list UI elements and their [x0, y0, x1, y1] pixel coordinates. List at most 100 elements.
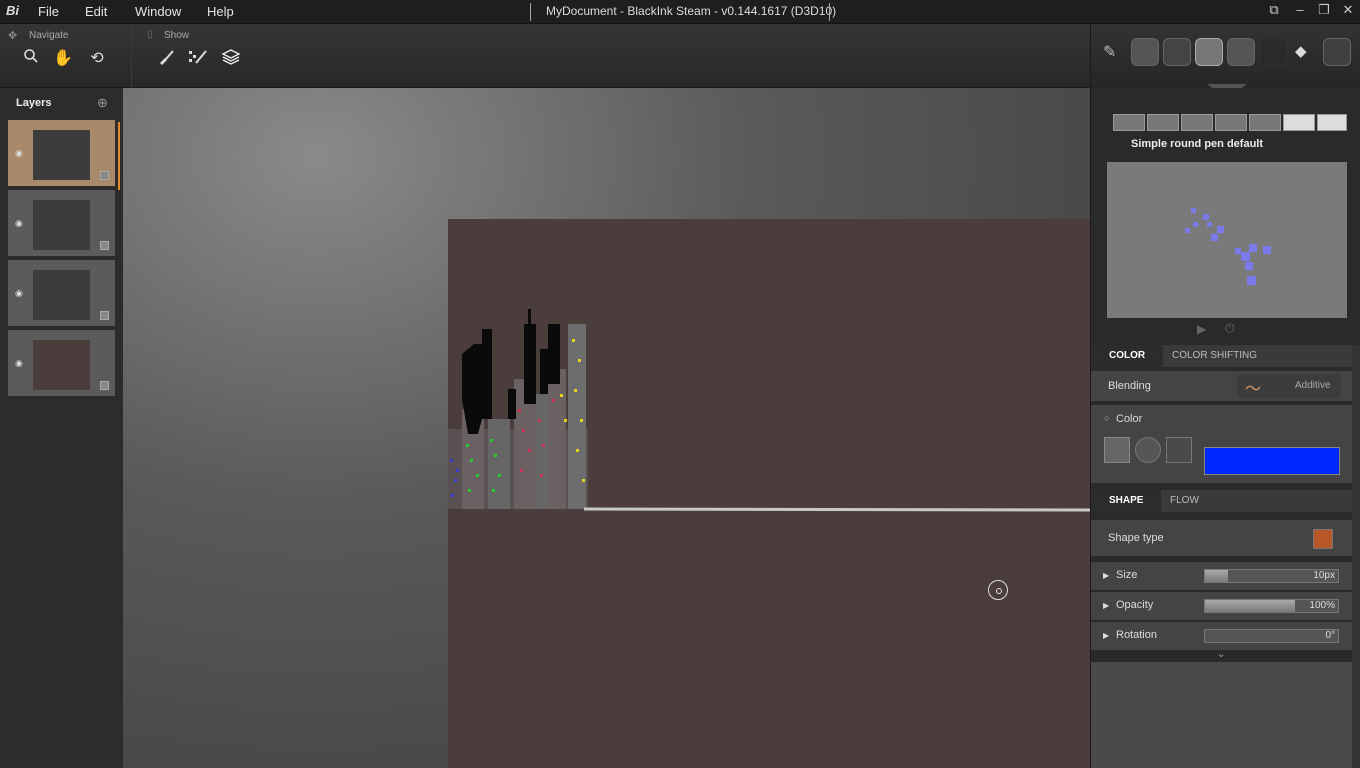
size-value: 10px [1313, 570, 1335, 581]
tab-color[interactable]: COLOR [1091, 345, 1164, 367]
title-separator-right [829, 3, 830, 21]
pencil-brush-icon[interactable]: ✎ [1103, 42, 1123, 62]
blending-selector[interactable]: 〜 Additive [1237, 374, 1341, 398]
show-group-label: Show [164, 30, 190, 41]
navigate-group-icon: ✥ [8, 30, 18, 42]
layer-item[interactable]: ◉ [8, 260, 115, 328]
shape-type-swatch[interactable] [1313, 529, 1333, 549]
brush-thumb-7[interactable] [1323, 38, 1351, 66]
preset-thumb[interactable] [1283, 114, 1315, 131]
play-icon[interactable]: ▶ [1197, 322, 1206, 336]
brush-cursor [988, 580, 1008, 600]
color-swatch[interactable] [1204, 447, 1340, 475]
pan-hand-icon[interactable]: ✋ [52, 48, 74, 70]
color-wheel-picker-icon[interactable] [1135, 437, 1161, 463]
layer-item[interactable]: ◉ [8, 190, 115, 258]
layer-thumbnail [33, 340, 90, 390]
app-logo: Bi [6, 3, 19, 18]
size-slider[interactable]: 10px [1204, 569, 1339, 583]
layer-lock-icon[interactable] [100, 241, 109, 250]
layers-title: Layers [16, 97, 52, 109]
tab-color-shifting[interactable]: COLOR SHIFTING [1154, 345, 1275, 367]
layer-item[interactable]: ◉ [8, 330, 115, 398]
menu-window[interactable]: Window [135, 4, 181, 19]
add-layer-icon[interactable]: ⊕ [97, 95, 108, 111]
color-radio-icon[interactable]: ○ [1104, 413, 1109, 423]
layer-lock-icon[interactable] [100, 171, 109, 180]
brush-palette-strip: ✎ ◆ [1090, 24, 1360, 90]
shape-type-row: Shape type [1091, 520, 1353, 556]
layers-toggle-icon[interactable] [220, 48, 242, 70]
collapse-more-icon[interactable]: ⌄ [1217, 649, 1225, 660]
preset-thumb[interactable] [1147, 114, 1179, 131]
size-label: Size [1116, 569, 1138, 581]
restore-layout-button[interactable]: ⧉ [1264, 2, 1284, 20]
visibility-eye-icon[interactable]: ◉ [15, 288, 23, 299]
layer-thumbnail [33, 270, 90, 320]
tab-shape[interactable]: SHAPE [1091, 490, 1162, 512]
rotation-label: Rotation [1116, 629, 1157, 641]
menu-help[interactable]: Help [207, 4, 234, 19]
brush-thumb-selected[interactable] [1195, 38, 1223, 66]
color-row: ○ Color [1091, 405, 1353, 483]
visibility-eye-icon[interactable]: ◉ [15, 218, 23, 229]
layer-lock-icon[interactable] [100, 311, 109, 320]
opacity-row: ▶ Opacity 100% [1091, 592, 1353, 620]
blending-label: Blending [1108, 380, 1151, 392]
menu-bar: Bi File Edit Window Help MyDocument - Bl… [0, 0, 1360, 24]
brush-thumb-5[interactable] [1259, 38, 1287, 66]
panel-scrollbar[interactable] [1352, 345, 1360, 768]
rotation-slider[interactable]: 0° [1204, 629, 1339, 643]
rotate-hand-icon[interactable]: ⟲ [86, 48, 108, 70]
brush-thumb-1[interactable] [1131, 38, 1159, 66]
blending-curve-icon: 〜 [1245, 381, 1262, 398]
rotation-row: ▶ Rotation 0° [1091, 622, 1353, 650]
brush-settings-icon[interactable] [187, 48, 209, 70]
brush-thumb-4[interactable] [1227, 38, 1255, 66]
document-canvas[interactable] [448, 219, 1091, 768]
layer-item[interactable]: ◉ [8, 120, 115, 188]
title-separator-left [530, 3, 531, 21]
color-grid-picker-icon[interactable] [1104, 437, 1130, 463]
preset-thumb[interactable] [1249, 114, 1281, 131]
color-face-picker-icon[interactable] [1166, 437, 1192, 463]
preset-name: Simple round pen default [1131, 138, 1264, 150]
menu-edit[interactable]: Edit [85, 4, 107, 19]
preset-thumb[interactable] [1215, 114, 1247, 131]
preset-thumb[interactable] [1113, 114, 1145, 131]
brush-settings-panel: Simple round pen default ▶ ⏻ COLOR COLOR… [1090, 88, 1360, 768]
maximize-button[interactable]: ❐ [1314, 2, 1334, 20]
shape-type-label: Shape type [1108, 532, 1164, 544]
color-tabs: COLOR COLOR SHIFTING [1091, 345, 1360, 367]
show-group-icon: ▯ [147, 29, 153, 40]
brush-preview [1107, 162, 1347, 318]
visibility-eye-icon[interactable]: ◉ [15, 148, 23, 159]
power-icon[interactable]: ⏻ [1225, 321, 1235, 336]
visibility-eye-icon[interactable]: ◉ [15, 358, 23, 369]
brush-thumb-2[interactable] [1163, 38, 1191, 66]
eraser-icon[interactable]: ◆ [1295, 42, 1315, 62]
expand-size-icon[interactable]: ▶ [1103, 571, 1109, 580]
minimize-button[interactable]: – [1290, 2, 1310, 20]
toolbar: ✥ Navigate ✋ ⟲ ▯ Show [0, 24, 1090, 88]
tab-flow[interactable]: FLOW [1152, 490, 1217, 512]
layers-panel: Layers ⊕ ◉ ◉ ◉ ◉ [0, 88, 123, 768]
preview-stroke [1185, 208, 1271, 285]
navigate-group-label: Navigate [29, 30, 69, 41]
zoom-icon[interactable] [20, 48, 42, 70]
color-label: Color [1116, 413, 1143, 425]
preset-thumb[interactable] [1181, 114, 1213, 131]
panel-empty-area [1091, 662, 1353, 768]
layer-lock-icon[interactable] [100, 381, 109, 390]
active-layer-indicator [118, 122, 120, 190]
preset-thumb[interactable] [1317, 114, 1347, 131]
layer-thumbnail [33, 200, 90, 250]
expand-opacity-icon[interactable]: ▶ [1103, 601, 1109, 610]
opacity-slider[interactable]: 100% [1204, 599, 1339, 613]
menu-file[interactable]: File [38, 4, 59, 19]
expand-rotation-icon[interactable]: ▶ [1103, 631, 1109, 640]
opacity-value: 100% [1309, 600, 1335, 611]
window-title: MyDocument - BlackInk Steam - v0.144.161… [546, 4, 837, 18]
brush-icon[interactable] [155, 48, 177, 70]
close-button[interactable]: ✕ [1338, 2, 1358, 20]
